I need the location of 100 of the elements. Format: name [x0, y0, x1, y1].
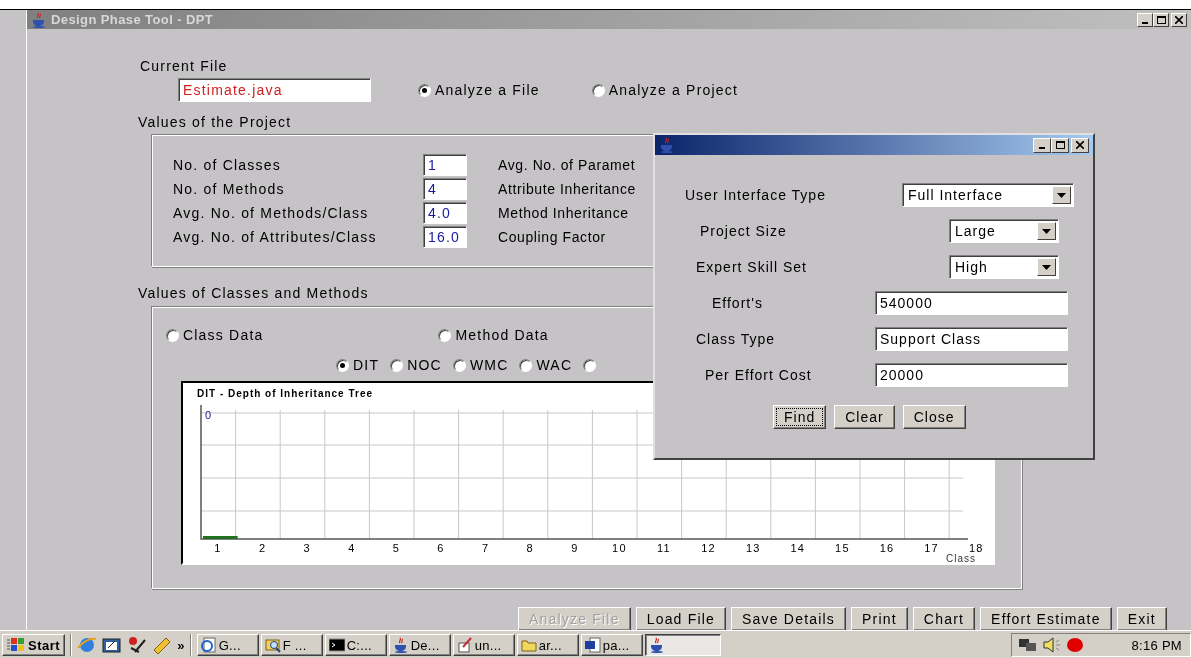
value-field[interactable]: 1 — [423, 154, 467, 176]
radio-button[interactable] — [390, 358, 404, 372]
maximize-button[interactable] — [1153, 12, 1169, 27]
axis-tick-label: 6 — [437, 542, 445, 554]
dialog-button[interactable]: Close — [902, 405, 966, 429]
field-label: Project Size — [699, 223, 788, 239]
input-field[interactable]: 20000 — [875, 363, 1068, 387]
close-icon — [1076, 141, 1084, 149]
close-button[interactable] — [1171, 12, 1187, 27]
taskbar-button[interactable]: un... — [452, 634, 515, 656]
field-label: Method Inheritance — [498, 205, 629, 221]
radio-label: Method Data — [455, 327, 549, 343]
value-field[interactable]: 16.0 — [423, 226, 467, 248]
maximize-button[interactable] — [1051, 137, 1069, 153]
more-button[interactable]: » — [177, 637, 185, 653]
action-button[interactable]: Save Details — [731, 607, 847, 630]
taskbar-button[interactable]: G... — [196, 634, 259, 656]
folder-icon — [520, 637, 537, 653]
record-icon[interactable] — [1066, 637, 1084, 653]
action-button[interactable]: Exit — [1116, 607, 1167, 630]
dropdown[interactable]: Large — [949, 219, 1059, 243]
maximize-icon — [1156, 15, 1166, 24]
field-label: Coupling Factor — [498, 229, 606, 245]
section-label: Current File — [140, 58, 228, 74]
dropdown[interactable]: Full Interface — [902, 183, 1074, 207]
taskbar-button[interactable]: ar... — [516, 634, 579, 656]
action-button[interactable]: Print — [851, 607, 908, 630]
network-icon[interactable] — [1018, 637, 1038, 653]
radio-label: Class Data — [183, 327, 264, 343]
axis-tick-label: 4 — [348, 542, 356, 554]
window-title: Design Phase Tool - DPT — [51, 12, 214, 27]
cup-icon — [392, 637, 409, 653]
input-field[interactable]: Support Class — [875, 327, 1068, 351]
dropdown-arrow-button[interactable] — [1037, 222, 1056, 240]
tools-icon[interactable] — [127, 636, 148, 654]
radio-button[interactable] — [336, 358, 349, 372]
radio-label: WAC — [536, 357, 573, 373]
dialog-button[interactable]: Find — [773, 405, 827, 429]
field-label: Attribute Inheritance — [498, 181, 636, 197]
field-label: No. of Classes — [173, 157, 281, 173]
minimize-icon — [1142, 21, 1148, 24]
maximize-icon — [1055, 141, 1065, 149]
field-label: No. of Methods — [173, 181, 285, 197]
value-field[interactable]: 4.0 — [423, 202, 467, 224]
axis-tick-label: 3 — [303, 542, 311, 554]
section-label: Values of Classes and Methods — [138, 285, 369, 301]
minimize-button[interactable] — [1033, 137, 1051, 153]
radio-button[interactable] — [166, 328, 179, 342]
axis-tick-label: 5 — [392, 542, 401, 554]
taskbar-button[interactable]: pa... — [580, 634, 643, 656]
caret-icon — [1042, 228, 1051, 234]
cup-icon — [659, 137, 675, 153]
radio-button[interactable] — [519, 358, 533, 372]
file-name-field[interactable]: Estimate.java — [178, 78, 371, 102]
pencil-icon[interactable] — [152, 636, 173, 654]
dropdown[interactable]: High — [949, 255, 1059, 279]
speaker-icon[interactable] — [1042, 637, 1062, 653]
start-button[interactable]: Start — [2, 634, 66, 656]
axis-tick-label: 12 — [701, 542, 716, 554]
taskbar-button[interactable]: F ... — [260, 634, 323, 656]
field-label: Avg. No. of Methods/Class — [173, 205, 369, 221]
axis-tick-label: 8 — [526, 542, 534, 554]
action-button[interactable]: Effort Estimate — [980, 607, 1112, 630]
action-button[interactable]: Chart — [912, 607, 976, 630]
taskbar-button[interactable] — [644, 634, 721, 656]
radio-label: WMC — [469, 357, 509, 373]
axis-tick-label: 18 — [968, 542, 984, 554]
console-icon — [328, 637, 345, 653]
axis-tick-label: 14 — [790, 542, 806, 554]
chart-title: DIT - Depth of Inheritance Tree — [197, 388, 374, 399]
action-button[interactable]: Load File — [635, 607, 727, 630]
section-label: Values of the Project — [138, 114, 292, 130]
minimize-button[interactable] — [1137, 12, 1153, 27]
value-label: 0 — [205, 409, 213, 421]
taskbar-button[interactable]: C:... — [324, 634, 387, 656]
bar — [203, 536, 238, 539]
taskbar-button[interactable]: De... — [388, 634, 451, 656]
field-label: Expert Skill Set — [695, 259, 808, 275]
radio-button[interactable] — [418, 83, 431, 97]
desktop-icon[interactable] — [102, 636, 123, 654]
axis-tick-label: 7 — [481, 542, 490, 554]
field-label: Avg. No. of Paramet — [498, 157, 636, 173]
field-label: User Interface Type — [685, 187, 827, 203]
dropdown-arrow-button[interactable] — [1037, 258, 1056, 276]
axis-tick-label: 11 — [657, 542, 671, 554]
dialog-button[interactable]: Clear — [834, 405, 895, 429]
minimize-icon — [1039, 147, 1045, 149]
value-field[interactable]: 4 — [423, 178, 467, 200]
clock: 8:16 PM — [1131, 637, 1182, 653]
close-button[interactable] — [1071, 137, 1089, 153]
radio-label: DIT — [353, 357, 380, 373]
dropdown-arrow-button[interactable] — [1052, 186, 1071, 204]
input-field[interactable]: 540000 — [875, 291, 1068, 315]
caret-icon — [1057, 192, 1066, 198]
axis-tick-label: 1 — [214, 542, 222, 554]
windows-flag-icon — [7, 638, 25, 652]
field-label: Avg. No. of Attributes/Class — [173, 229, 377, 245]
cup-icon — [648, 637, 665, 653]
radio-button[interactable] — [452, 358, 466, 372]
radio-button[interactable] — [583, 358, 597, 372]
